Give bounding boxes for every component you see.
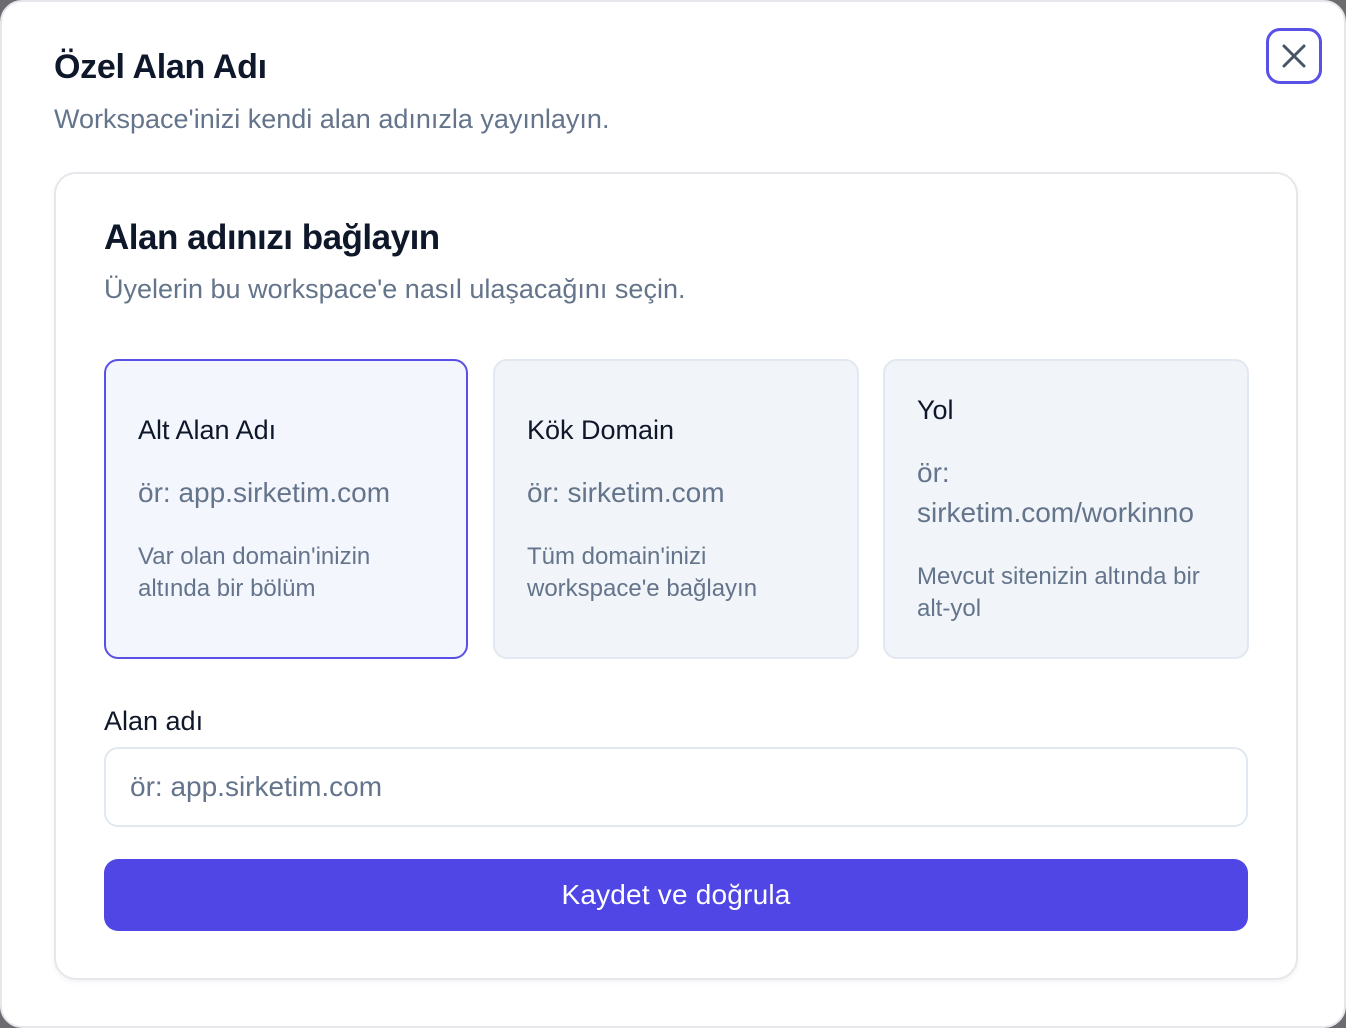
- option-label: Kök Domain: [527, 415, 675, 445]
- option-label: Alt Alan Adı: [138, 415, 277, 445]
- option-example: ör: sirketim.com/workinno: [917, 457, 1194, 528]
- modal-title: Özel Alan Adı: [54, 48, 267, 86]
- option-label: Yol: [917, 395, 954, 425]
- domain-field-label: Alan adı: [104, 706, 204, 736]
- custom-domain-modal: Özel Alan Adı Workspace'inizi kendi alan…: [0, 0, 1346, 1028]
- option-root-domain[interactable]: Kök Domain ör: sirketim.com Tüm domain'i…: [493, 359, 859, 659]
- option-path[interactable]: Yol ör: sirketim.com/workinno Mevcut sit…: [883, 359, 1249, 659]
- option-description: Var olan domain'inizin altında bir bölüm: [138, 543, 371, 602]
- option-subdomain[interactable]: Alt Alan Adı ör: app.sirketim.com Var ol…: [104, 359, 468, 659]
- domain-connect-card: Alan adınızı bağlayın Üyelerin bu worksp…: [54, 172, 1298, 980]
- save-and-verify-button[interactable]: Kaydet ve doğrula: [104, 859, 1248, 931]
- option-example: ör: sirketim.com: [527, 477, 725, 508]
- modal-subtitle: Workspace'inizi kendi alan adınızla yayı…: [54, 104, 610, 134]
- close-button[interactable]: [1266, 28, 1322, 84]
- domain-input[interactable]: [104, 747, 1248, 827]
- option-example: ör: app.sirketim.com: [138, 477, 391, 508]
- option-description: Mevcut sitenizin altında bir alt-yol: [917, 563, 1200, 622]
- card-title: Alan adınızı bağlayın: [104, 218, 440, 257]
- close-icon: [1282, 44, 1306, 68]
- card-subtitle: Üyelerin bu workspace'e nasıl ulaşacağın…: [104, 274, 686, 304]
- option-description: Tüm domain'inizi workspace'e bağlayın: [527, 543, 758, 602]
